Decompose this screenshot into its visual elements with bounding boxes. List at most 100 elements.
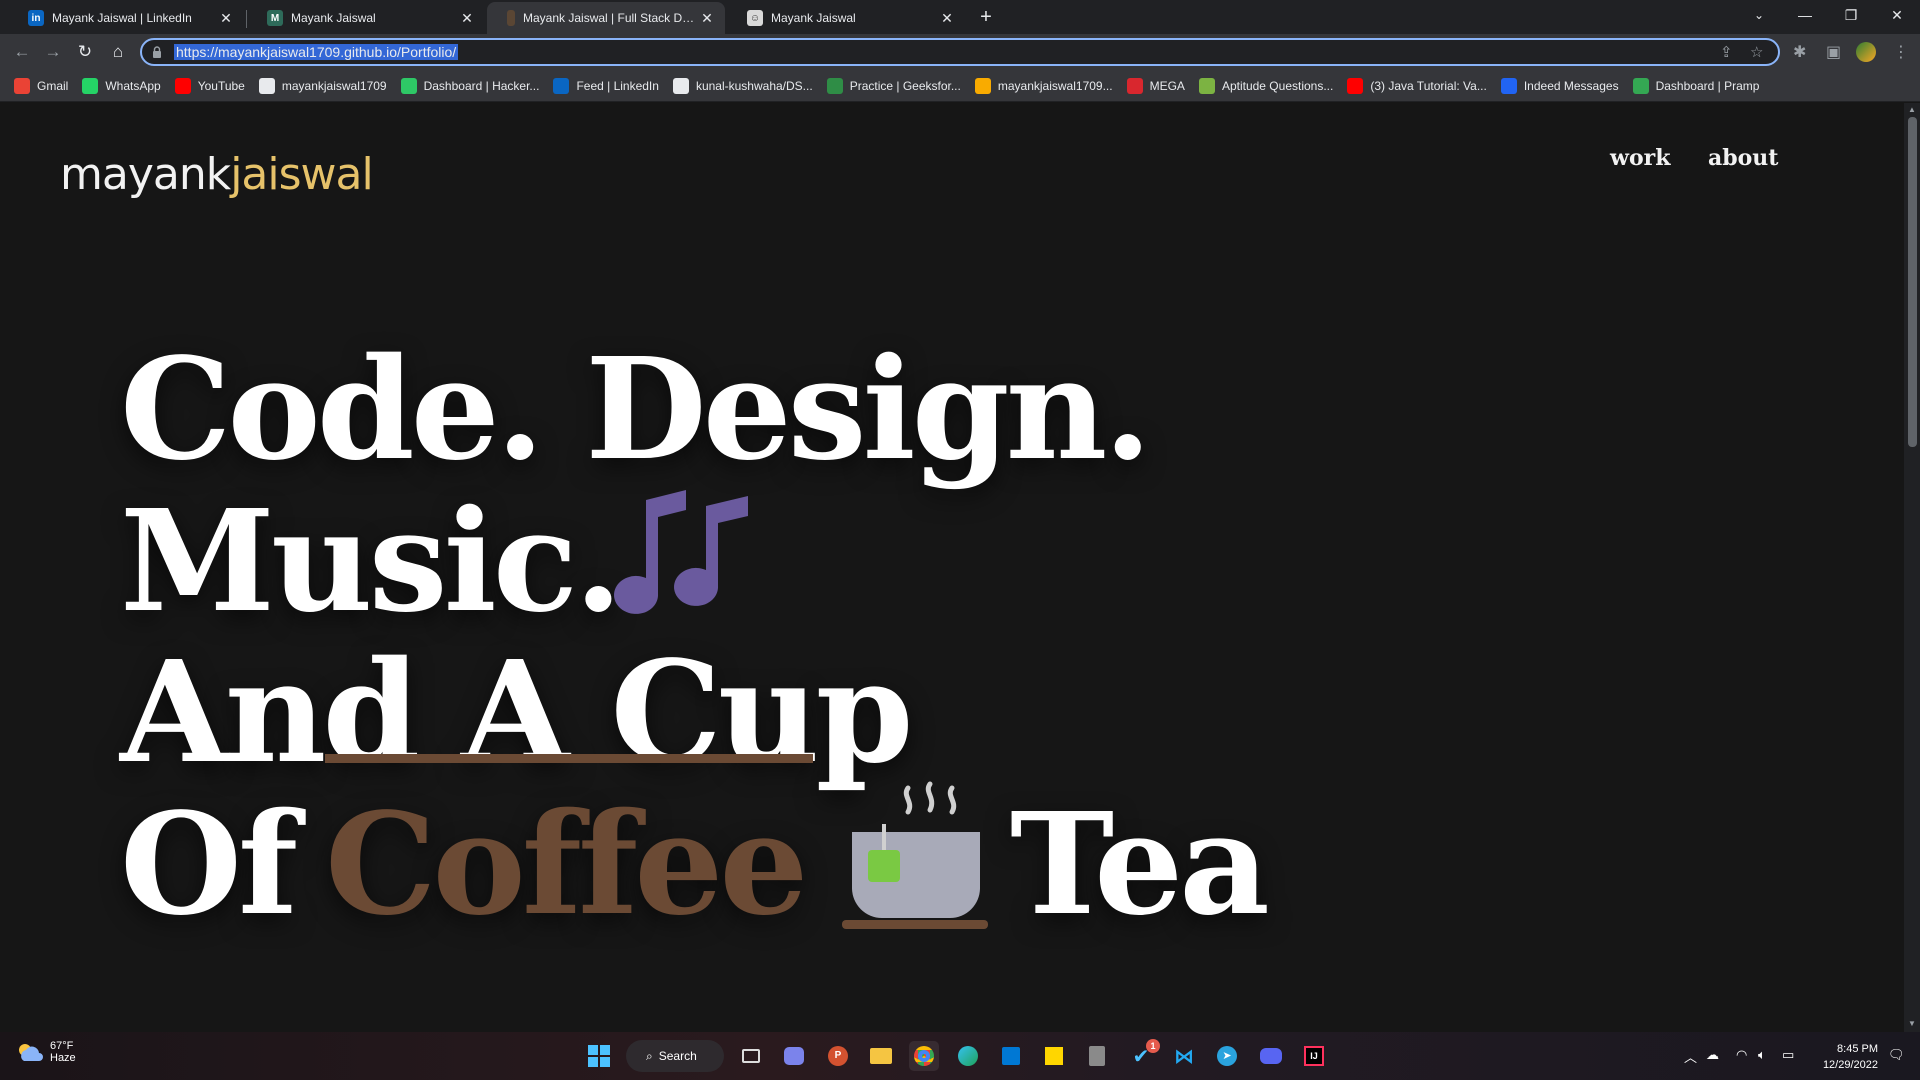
- tab-portfolio-active[interactable]: Mayank Jaiswal | Full Stack Devel ✕: [487, 2, 725, 34]
- teams-chat-icon[interactable]: [779, 1041, 809, 1071]
- address-bar[interactable]: https://mayankjaiswal1709.github.io/Port…: [140, 38, 1780, 66]
- sticky-notes-icon[interactable]: [1039, 1041, 1069, 1071]
- github-icon: [672, 77, 689, 94]
- url-text[interactable]: https://mayankjaiswal1709.github.io/Port…: [174, 44, 459, 60]
- site-icon: [507, 10, 515, 26]
- edge-icon[interactable]: [953, 1041, 983, 1071]
- vscode-icon[interactable]: ⋈: [1169, 1041, 1199, 1071]
- chrome-icon[interactable]: [909, 1041, 939, 1071]
- notifications-icon[interactable]: 🗨︎: [1888, 1047, 1905, 1063]
- intellij-icon[interactable]: IJ: [1299, 1041, 1329, 1071]
- tab-search-icon[interactable]: ⌄: [1736, 0, 1782, 30]
- close-icon[interactable]: ✕: [699, 10, 715, 27]
- logo-first-name: mayank: [60, 149, 231, 200]
- bookmark-item[interactable]: mayankjaiswal1709: [258, 77, 387, 94]
- chart-icon: [974, 77, 991, 94]
- back-arrow-icon[interactable]: ←: [10, 40, 34, 64]
- scrollbar-thumb[interactable]: [1908, 117, 1917, 447]
- bookmark-item[interactable]: Dashboard | Hacker...: [400, 77, 539, 94]
- bookmark-label: WhatsApp: [105, 78, 161, 93]
- task-view-icon[interactable]: [736, 1041, 766, 1071]
- bookmark-label: Practice | Geeksfor...: [849, 78, 961, 93]
- battery-icon[interactable]: ▭: [1782, 1047, 1794, 1063]
- microsoft-store-icon[interactable]: [996, 1041, 1026, 1071]
- nav-about-link[interactable]: about: [1708, 145, 1778, 171]
- hero-line-2: Music.: [120, 480, 623, 644]
- clock-time: 8:45 PM: [1837, 1043, 1878, 1055]
- gfg-icon: [826, 77, 843, 94]
- start-windows-icon[interactable]: [584, 1041, 614, 1071]
- volume-icon[interactable]: 🔈︎: [1758, 1047, 1766, 1063]
- share-icon[interactable]: ⇪: [1720, 43, 1733, 61]
- extensions-icon[interactable]: ✱: [1793, 42, 1806, 62]
- logo-last-name: jaiswal: [230, 149, 374, 200]
- telegram-icon[interactable]: ➤: [1212, 1041, 1242, 1071]
- taskbar-search[interactable]: ⌕ Search: [626, 1040, 724, 1072]
- minimize-button[interactable]: —: [1782, 0, 1828, 30]
- cloud-sun-icon: [19, 1044, 43, 1061]
- side-panel-icon[interactable]: ▣: [1826, 42, 1841, 62]
- nav-work-link[interactable]: work: [1610, 145, 1670, 171]
- weather-widget[interactable]: 67°F Haze: [16, 1040, 76, 1064]
- hero-coffee-strikethrough: Coffee: [325, 783, 808, 947]
- hero-line-4-of: Of: [120, 783, 298, 947]
- page-scrollbar[interactable]: ▲ ▼: [1904, 103, 1920, 1032]
- close-icon[interactable]: ✕: [218, 10, 234, 27]
- bookmarks-bar: Gmail WhatsApp YouTube mayankjaiswal1709 Das…: [0, 70, 1920, 102]
- bookmark-item[interactable]: Aptitude Questions...: [1198, 77, 1334, 94]
- tab-portfolio-1[interactable]: M Mayank Jaiswal ✕: [247, 2, 485, 34]
- wifi-icon[interactable]: ◠: [1736, 1047, 1747, 1063]
- todo-icon[interactable]: ✔ 1: [1126, 1039, 1160, 1071]
- bookmark-label: Indeed Messages: [1523, 78, 1619, 93]
- profile-avatar[interactable]: [1856, 42, 1876, 62]
- bookmark-star-icon[interactable]: ☆: [1750, 43, 1763, 61]
- scroll-down-arrow-icon[interactable]: ▼: [1907, 1019, 1917, 1029]
- bookmark-label: Aptitude Questions...: [1221, 78, 1334, 93]
- reload-icon[interactable]: ↻: [73, 40, 97, 64]
- bookmark-item[interactable]: WhatsApp: [82, 77, 161, 94]
- mega-icon: [1126, 77, 1143, 94]
- tab-title: Mayank Jaiswal: [771, 11, 856, 25]
- windows-taskbar: 67°F Haze ⌕ Search P ✔ 1 ⋈ ➤ IJ ︿ ☁ ◠ 🔈︎…: [0, 1032, 1920, 1080]
- browser-toolbar: ← → ↻ ⌂ https://mayankjaiswal1709.github…: [0, 34, 1920, 70]
- forward-arrow-icon[interactable]: →: [41, 40, 65, 64]
- bookmark-item[interactable]: kunal-kushwaha/DS...: [672, 77, 813, 94]
- pramp-icon: [1632, 77, 1649, 94]
- system-clock[interactable]: 8:45 PM 12/29/2022: [1810, 1041, 1878, 1073]
- whatsapp-icon: [82, 77, 99, 94]
- bookmark-item[interactable]: mayankjaiswal1709...: [974, 77, 1113, 94]
- bookmark-item[interactable]: Indeed Messages: [1500, 77, 1619, 94]
- tab-linkedin[interactable]: in Mayank Jaiswal | LinkedIn ✕: [8, 2, 244, 34]
- tab-title: Mayank Jaiswal | Full Stack Devel: [523, 11, 699, 25]
- discord-icon[interactable]: [1256, 1041, 1286, 1071]
- onedrive-cloud-icon[interactable]: ☁: [1706, 1047, 1719, 1063]
- tray-overflow-chevron-icon[interactable]: ︿: [1684, 1047, 1697, 1066]
- calculator-icon[interactable]: [1082, 1041, 1112, 1071]
- bookmark-label: mayankjaiswal1709: [281, 78, 387, 93]
- restore-button[interactable]: ❐: [1828, 0, 1874, 30]
- indeed-icon: [1500, 77, 1517, 94]
- close-window-button[interactable]: ✕: [1874, 0, 1920, 30]
- menu-icon[interactable]: ⋮: [1893, 42, 1909, 62]
- close-icon[interactable]: ✕: [939, 10, 955, 27]
- tea-cup-icon: [842, 781, 988, 929]
- bookmark-item[interactable]: YouTube: [174, 77, 245, 94]
- bookmark-item[interactable]: Gmail: [14, 77, 69, 94]
- tab-portfolio-2[interactable]: ☺ Mayank Jaiswal ✕: [727, 2, 965, 34]
- powerpoint-icon[interactable]: P: [823, 1041, 853, 1071]
- scroll-up-arrow-icon[interactable]: ▲: [1907, 105, 1917, 115]
- bookmark-item[interactable]: Feed | LinkedIn: [553, 77, 659, 94]
- tab-strip: in Mayank Jaiswal | LinkedIn ✕ M Mayank …: [0, 0, 1920, 34]
- close-icon[interactable]: ✕: [459, 10, 475, 27]
- tab-title: Mayank Jaiswal: [291, 11, 376, 25]
- home-icon[interactable]: ⌂: [106, 40, 130, 64]
- bookmark-label: Gmail: [37, 78, 69, 93]
- site-logo[interactable]: mayankjaiswal: [60, 149, 374, 200]
- new-tab-button[interactable]: +: [973, 5, 999, 31]
- file-explorer-icon[interactable]: [866, 1041, 896, 1071]
- bookmark-item[interactable]: (3) Java Tutorial: Va...: [1347, 77, 1487, 94]
- bookmark-item[interactable]: Practice | Geeksfor...: [826, 77, 961, 94]
- bookmark-item[interactable]: MEGA: [1126, 77, 1185, 94]
- bookmark-item[interactable]: Dashboard | Pramp: [1632, 77, 1759, 94]
- youtube-icon: [1347, 77, 1364, 94]
